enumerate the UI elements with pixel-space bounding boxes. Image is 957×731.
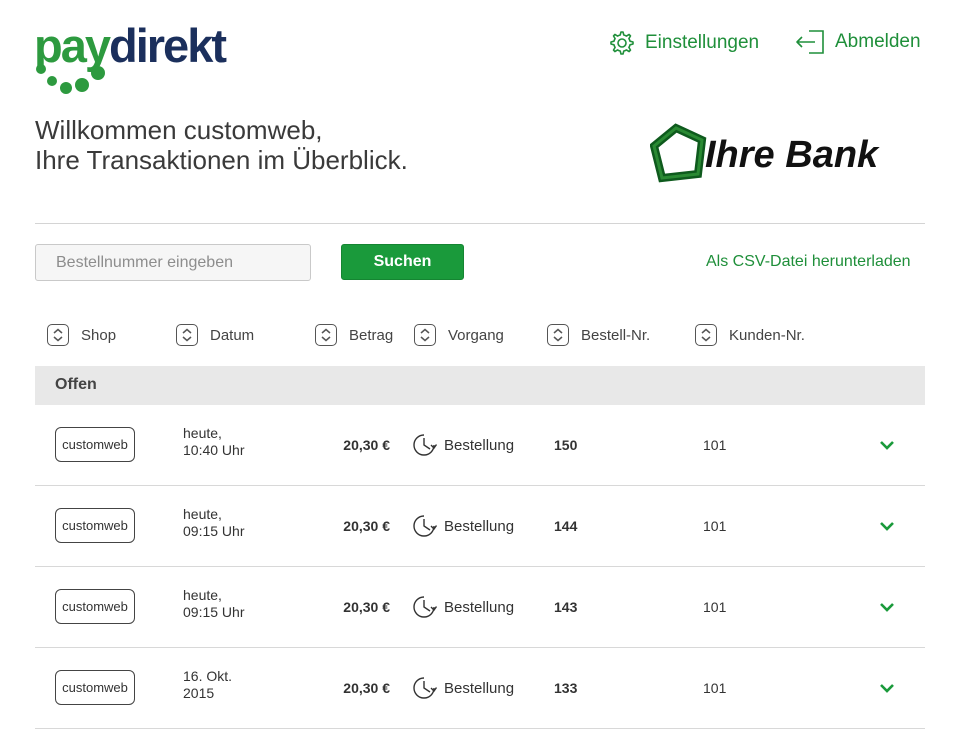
logout-link[interactable]: Abmelden xyxy=(795,29,921,55)
order-number-search-input[interactable] xyxy=(35,244,311,281)
column-label: Bestell-Nr. xyxy=(581,326,651,344)
column-header-bestell-nr[interactable]: Bestell-Nr. xyxy=(547,324,650,346)
sort-icon xyxy=(315,324,337,346)
vorgang-cell: Bestellung xyxy=(411,513,514,539)
shop-badge: customweb xyxy=(55,508,135,543)
table-row[interactable]: customweb heute, 10:40 Uhr 20,30 € Beste… xyxy=(35,405,925,486)
table-row[interactable]: customweb 16. Okt. 2015 20,30 € Bestellu… xyxy=(35,648,925,729)
column-header-shop[interactable]: Shop xyxy=(47,324,116,346)
chevron-down-icon[interactable] xyxy=(878,599,896,615)
clock-icon xyxy=(413,434,437,456)
column-header-vorgang[interactable]: Vorgang xyxy=(414,324,504,346)
column-header-datum[interactable]: Datum xyxy=(176,324,254,346)
bank-pentagon-icon xyxy=(650,123,707,183)
logout-icon xyxy=(796,30,824,54)
date-cell: 16. Okt. 2015 xyxy=(183,668,233,701)
date-cell: heute, 10:40 Uhr xyxy=(183,425,245,458)
chevron-down-icon[interactable] xyxy=(878,437,896,453)
clock-icon xyxy=(413,596,437,618)
column-label: Shop xyxy=(81,326,117,344)
settings-link[interactable]: Einstellungen xyxy=(607,29,759,57)
welcome-line-1: Willkommen customweb, xyxy=(35,115,323,145)
sort-icon xyxy=(547,324,569,346)
table-row[interactable]: customweb heute, 09:15 Uhr 20,30 € Beste… xyxy=(35,486,925,567)
group-label: Offen xyxy=(55,376,97,393)
column-label: Datum xyxy=(210,326,255,344)
settings-label: Einstellungen xyxy=(645,32,760,53)
order-number-cell: 133 xyxy=(554,680,578,696)
csv-download-link[interactable]: Als CSV-Datei herunterladen xyxy=(706,253,911,271)
shop-badge: customweb xyxy=(55,427,135,462)
clock-icon xyxy=(413,677,437,699)
amount-cell: 20,30 € xyxy=(343,437,390,453)
vorgang-cell: Bestellung xyxy=(411,594,514,620)
clock-icon xyxy=(413,515,437,537)
customer-number-cell: 101 xyxy=(703,518,727,534)
bank-logo: Ihre Bank xyxy=(650,122,920,184)
vorgang-cell: Bestellung xyxy=(411,432,514,458)
bank-name: Ihre Bank xyxy=(705,134,879,176)
logo-dots-icon xyxy=(36,64,105,94)
order-number-cell: 150 xyxy=(554,437,578,453)
amount-cell: 20,30 € xyxy=(343,518,390,534)
column-label: Kunden-Nr. xyxy=(729,326,805,344)
shop-badge: customweb xyxy=(55,670,135,705)
date-cell: heute, 09:15 Uhr xyxy=(183,587,245,620)
amount-cell: 20,30 € xyxy=(343,680,390,696)
column-label: Vorgang xyxy=(448,326,504,344)
sort-icon xyxy=(695,324,717,346)
customer-number-cell: 101 xyxy=(703,680,727,696)
sort-icon xyxy=(414,324,436,346)
search-button[interactable]: Suchen xyxy=(341,244,464,280)
date-cell: heute, 09:15 Uhr xyxy=(183,506,245,539)
page-title: Willkommen customweb, Ihre Transaktionen… xyxy=(35,115,408,175)
order-number-cell: 143 xyxy=(554,599,578,615)
sort-icon xyxy=(47,324,69,346)
shop-badge: customweb xyxy=(55,589,135,624)
chevron-down-icon[interactable] xyxy=(878,680,896,696)
customer-number-cell: 101 xyxy=(703,437,727,453)
amount-cell: 20,30 € xyxy=(343,599,390,615)
gear-icon xyxy=(610,31,634,55)
order-number-cell: 144 xyxy=(554,518,578,534)
column-header-kunden-nr[interactable]: Kunden-Nr. xyxy=(695,324,805,346)
group-header-offen: Offen xyxy=(35,366,925,405)
welcome-line-2: Ihre Transaktionen im Überblick. xyxy=(35,145,408,175)
column-label: Betrag xyxy=(349,326,394,344)
header-divider xyxy=(35,223,925,224)
column-header-betrag[interactable]: Betrag xyxy=(315,324,393,346)
table-row[interactable]: customweb heute, 09:15 Uhr 20,30 € Beste… xyxy=(35,567,925,648)
customer-number-cell: 101 xyxy=(703,599,727,615)
vorgang-cell: Bestellung xyxy=(411,675,514,701)
chevron-down-icon[interactable] xyxy=(878,518,896,534)
paydirekt-logo: paydirekt xyxy=(34,22,244,96)
sort-icon xyxy=(176,324,198,346)
logout-label: Abmelden xyxy=(835,31,921,52)
